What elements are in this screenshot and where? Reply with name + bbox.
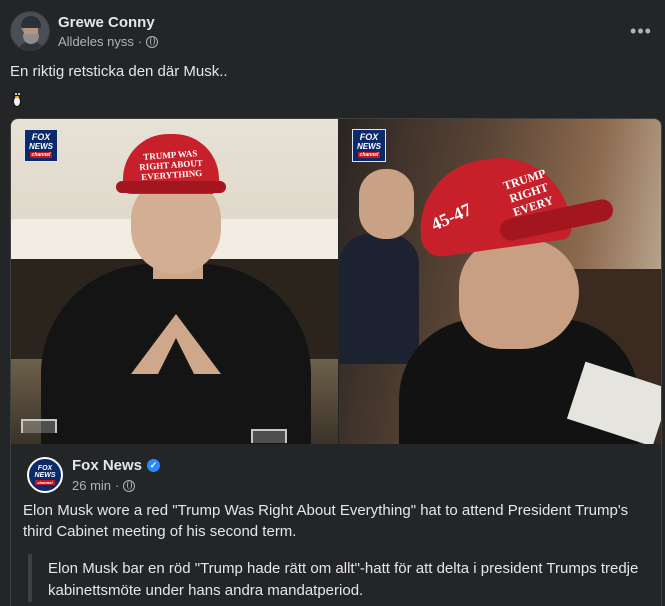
source-text: Elon Musk wore a red "Trump Was Right Ab… (23, 502, 629, 540)
shared-post-content: FOX NEWS channel Fox News ✓ 26 min · Elo… (11, 444, 661, 606)
photo-right[interactable]: 45-47 TRUMP RIGHT EVERY FOX NEWS channel (339, 119, 661, 444)
source-avatar[interactable]: FOX NEWS channel (27, 457, 63, 493)
source-header: FOX NEWS channel Fox News ✓ 26 min · (27, 456, 161, 494)
author-avatar[interactable] (10, 11, 50, 51)
source-meta: 26 min · (72, 478, 160, 494)
translation-text: Elon Musk bar en röd "Trump hade rätt om… (28, 554, 648, 602)
shared-post[interactable]: TRUMP WAS RIGHT ABOUT EVERYTHING FOX NEW… (10, 118, 662, 606)
author-info: Grewe Conny Alldeles nyss · (58, 13, 159, 50)
post-header: Grewe Conny Alldeles nyss · ••• (10, 11, 655, 51)
globe-icon (123, 480, 136, 492)
meta-separator: · (137, 33, 143, 49)
meta-separator: · (115, 478, 120, 493)
fox-news-watermark: FOX NEWS channel (24, 129, 58, 162)
photo-left[interactable]: TRUMP WAS RIGHT ABOUT EVERYTHING FOX NEW… (11, 119, 338, 444)
author-name[interactable]: Grewe Conny (58, 13, 158, 32)
source-timestamp[interactable]: 26 min (72, 478, 111, 494)
source-name[interactable]: Fox News ✓ (72, 456, 161, 475)
verified-badge-icon: ✓ (147, 459, 161, 472)
post-timestamp[interactable]: Alldeles nyss (58, 34, 134, 50)
fox-news-watermark: FOX NEWS channel (352, 129, 386, 162)
hat-text-left: TRUMP WAS RIGHT ABOUT EVERYTHING (138, 148, 204, 183)
facebook-post: Grewe Conny Alldeles nyss · ••• En rikti… (0, 0, 665, 606)
post-meta: Alldeles nyss · (58, 33, 159, 50)
penguin-emoji (10, 90, 24, 108)
globe-icon (146, 35, 159, 48)
hat-number: 45-47 (427, 199, 475, 235)
red-hat: 45-47 TRUMP RIGHT EVERY (411, 148, 573, 260)
post-text: En riktig retsticka den där Musk.. (10, 63, 228, 80)
more-options-icon[interactable]: ••• (627, 17, 655, 45)
